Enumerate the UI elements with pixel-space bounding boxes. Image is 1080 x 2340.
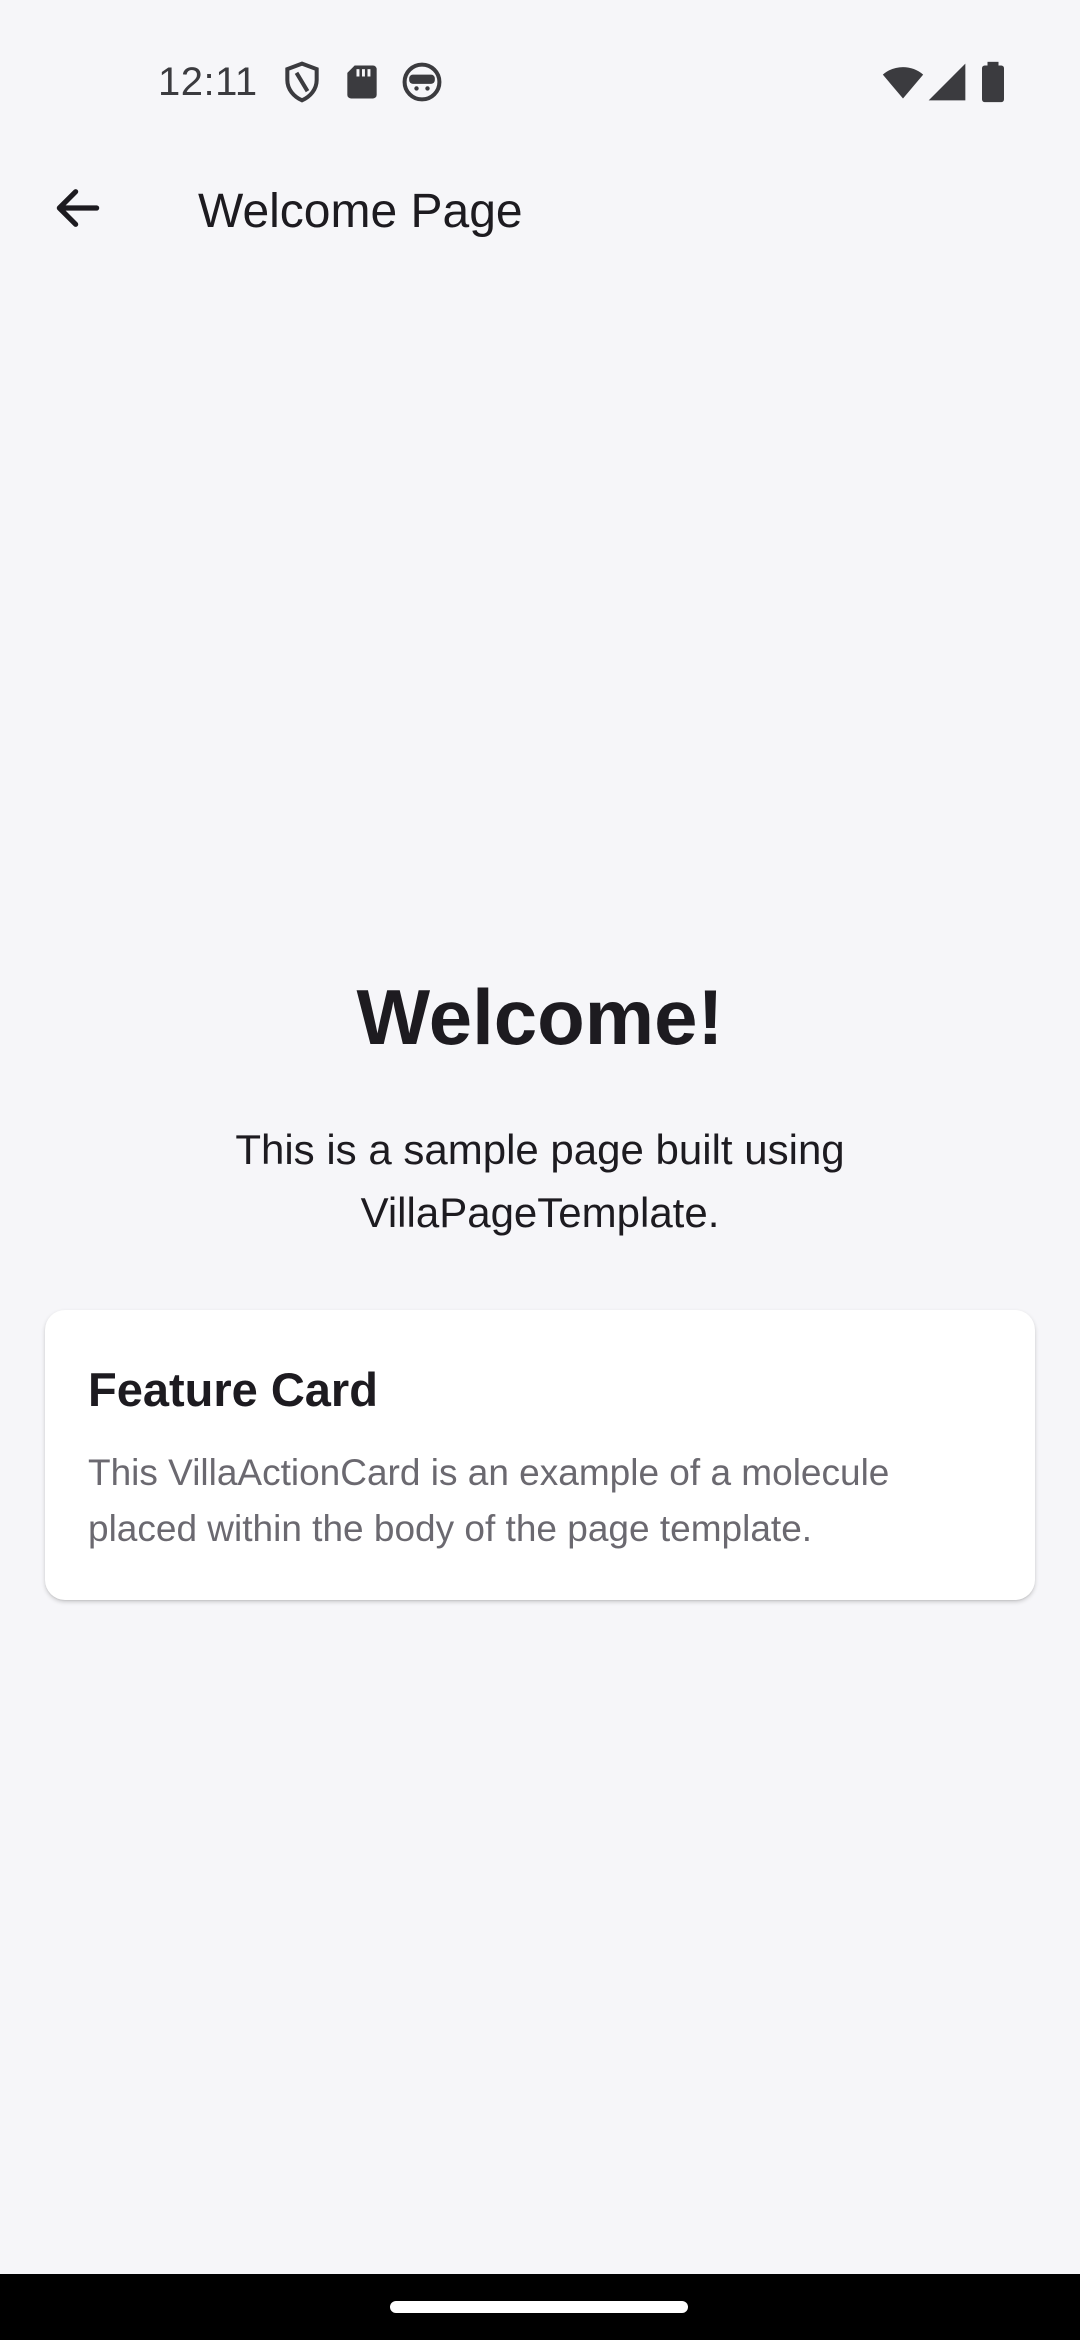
status-bar: 12:11 (0, 0, 1080, 140)
arrow-back-icon (56, 189, 100, 227)
shield-icon (280, 60, 324, 104)
card-title: Feature Card (88, 1363, 378, 1416)
back-button[interactable] (38, 168, 118, 248)
welcome-heading: Welcome! (356, 973, 724, 1061)
card-body: This VillaActionCard is an example of a … (88, 1452, 890, 1549)
battery-icon (975, 60, 1011, 104)
android-face-icon (400, 60, 444, 104)
welcome-subtitle: This is a sample page built using VillaP… (235, 1126, 845, 1236)
home-gesture-handle[interactable] (390, 2301, 688, 2313)
status-time: 12:11 (158, 60, 258, 104)
page-title: Welcome Page (198, 185, 523, 238)
sd-card-icon (340, 60, 384, 104)
top-app-bar (0, 140, 1080, 290)
cell-signal-icon (925, 60, 969, 104)
feature-card[interactable]: Feature Card This VillaActionCard is an … (45, 1310, 1035, 1600)
wifi-icon (880, 60, 926, 104)
